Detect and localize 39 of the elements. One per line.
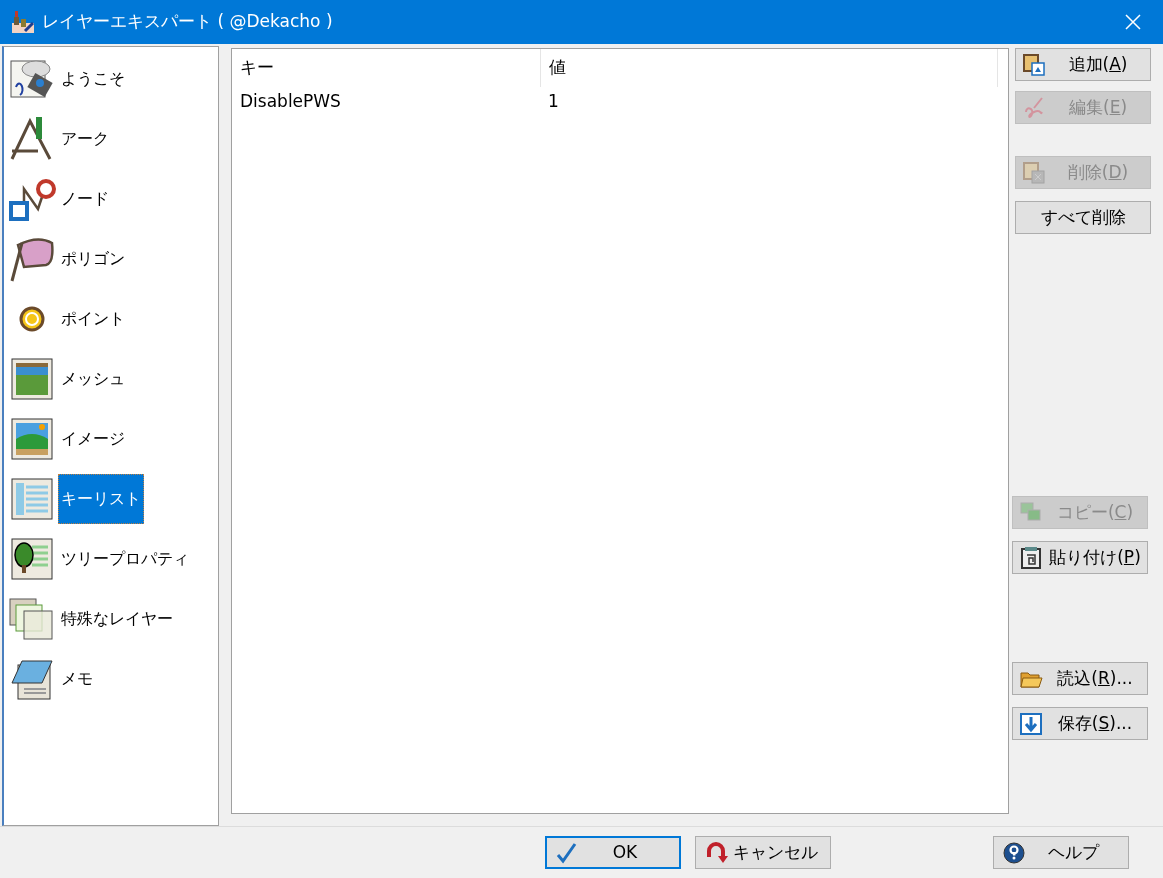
dialog-button[interactable]: OK (545, 836, 681, 869)
layer-type-icon (8, 475, 56, 523)
page-add-icon (1022, 52, 1046, 77)
sidebar-item[interactable]: メモ (58, 660, 96, 698)
close-icon (1125, 14, 1141, 30)
sidebar-item[interactable]: 特殊なレイヤー (58, 600, 176, 638)
layer-type-icon (8, 355, 56, 403)
sidebar-item[interactable]: ようこそ (58, 60, 128, 98)
action-button[interactable]: 保存(S)... (1012, 707, 1148, 740)
layer-type-icon (8, 235, 56, 283)
download-icon (1019, 711, 1043, 736)
help-icon (1002, 840, 1026, 865)
dialog-button[interactable]: キャンセル (695, 836, 831, 869)
column-header[interactable]: 値 (540, 49, 998, 87)
column-header[interactable]: キー (232, 49, 540, 87)
action-button[interactable]: 読込(R)... (1012, 662, 1148, 695)
action-button[interactable]: 追加(A) (1015, 48, 1151, 81)
sidebar-item[interactable]: ポリゴン (58, 240, 128, 278)
sidebar-item[interactable]: ノード (58, 180, 112, 218)
sidebar-item[interactable]: イメージ (58, 420, 128, 458)
table-cell: 1 (540, 86, 998, 116)
dialog-button[interactable]: ヘルプ (993, 836, 1129, 869)
layer-type-icon (8, 595, 56, 643)
pen-scribble-icon (1022, 95, 1046, 120)
sidebar-item[interactable]: アーク (58, 120, 112, 158)
app-icon (10, 9, 36, 35)
sidebar-item[interactable]: ポイント (58, 300, 128, 338)
sidebar-item[interactable]: メッシュ (58, 360, 128, 398)
u-turn-arrow-icon (704, 840, 728, 865)
clipboard-icon (1019, 545, 1043, 570)
layer-type-icon (8, 415, 56, 463)
sidebar-item[interactable]: ツリープロパティ (58, 540, 192, 578)
action-button[interactable]: 貼り付け(P) (1012, 541, 1148, 574)
layer-type-icon (8, 535, 56, 583)
sidebar-item[interactable]: キーリスト (58, 474, 144, 524)
action-button[interactable]: すべて削除 (1015, 201, 1151, 234)
table-cell: DisablePWS (232, 86, 540, 116)
window-title: レイヤーエキスパート ( @Dekacho ) (42, 10, 333, 34)
page-delete-icon (1022, 160, 1046, 185)
